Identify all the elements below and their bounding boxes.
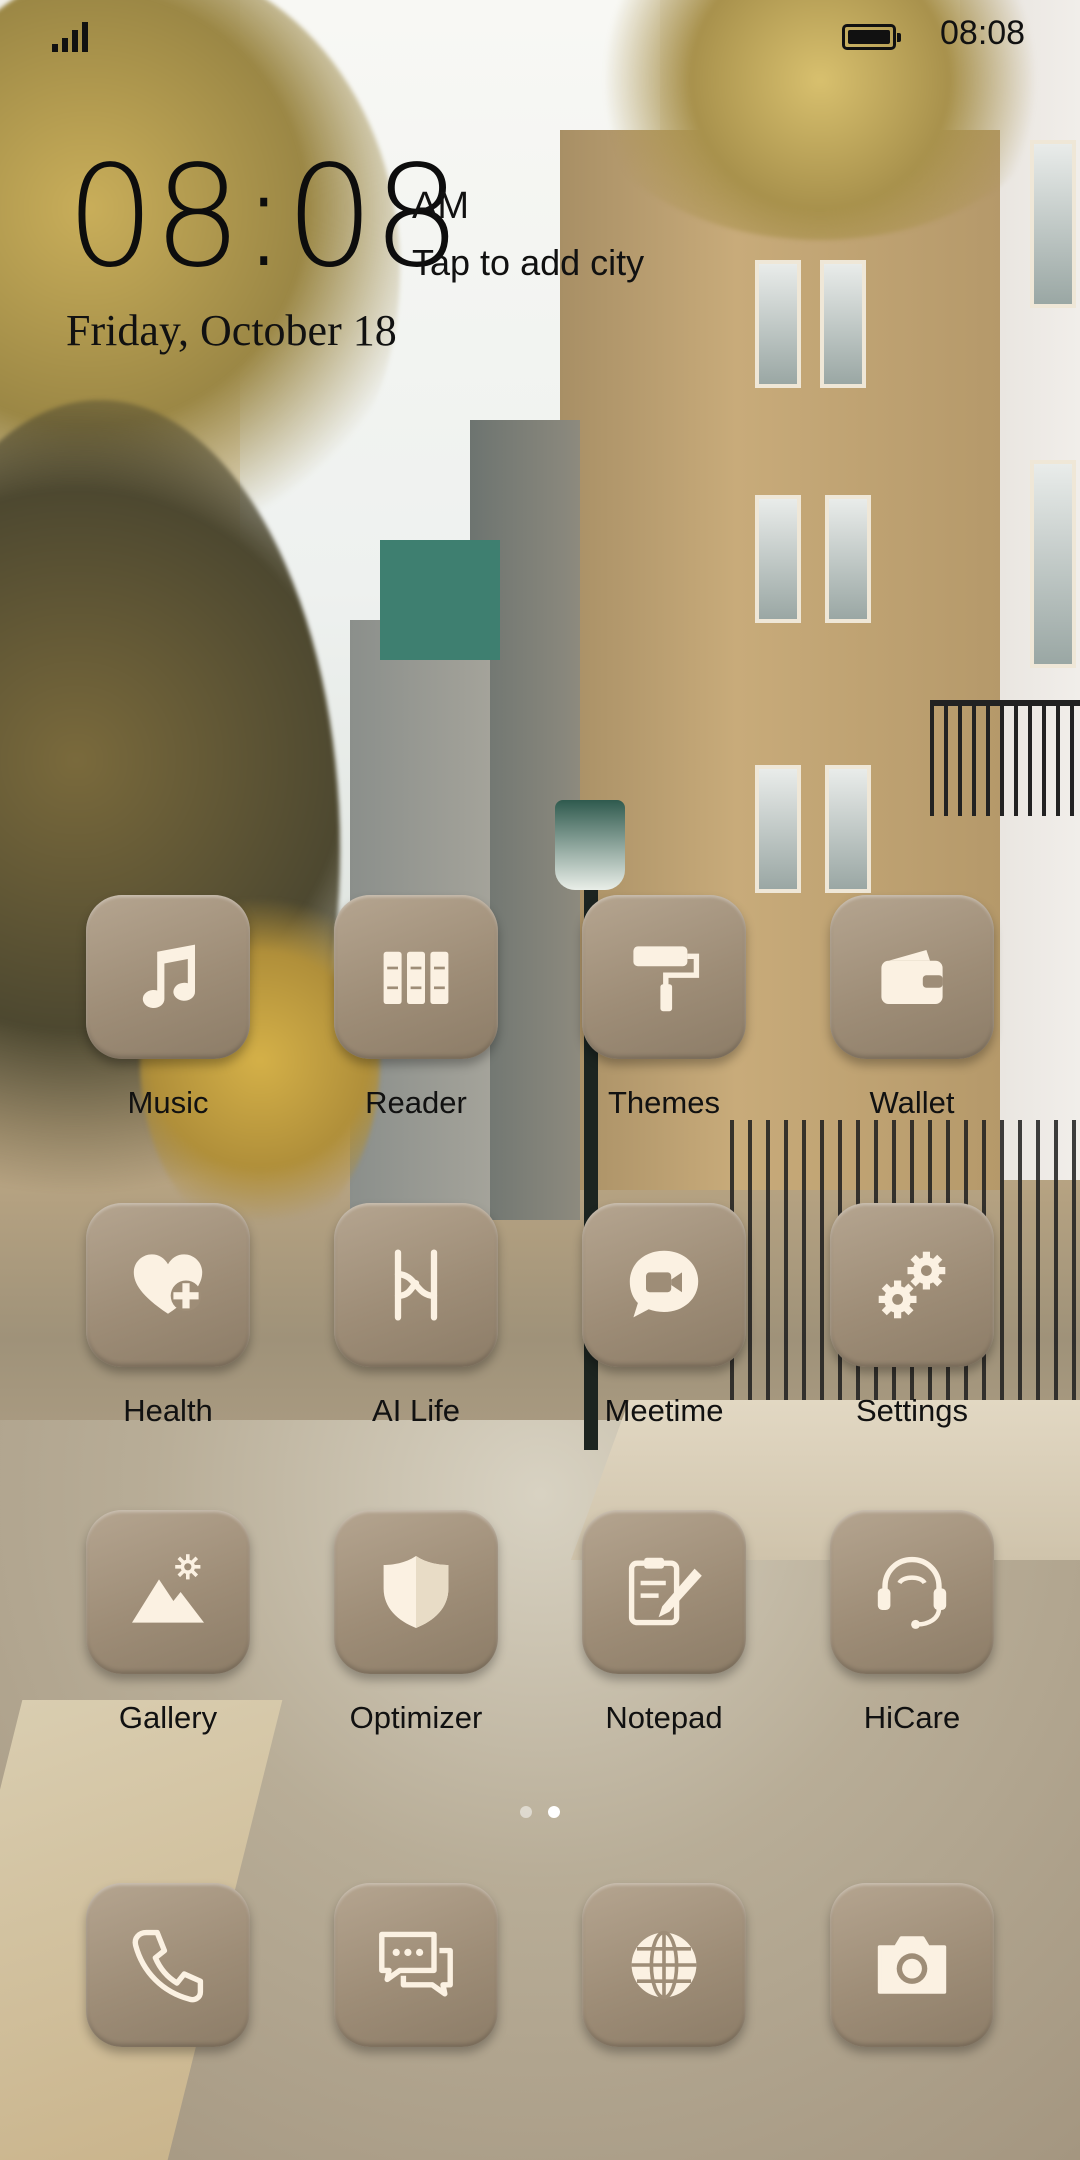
mountain-image-icon xyxy=(132,1554,204,1623)
browser-globe-icon xyxy=(631,1930,697,2000)
app-notepad[interactable]: Notepad xyxy=(582,1510,746,1735)
app-tile[interactable] xyxy=(86,1510,250,1674)
app-label: Meetime xyxy=(604,1393,724,1428)
page-dot[interactable] xyxy=(520,1806,532,1818)
books-icon xyxy=(383,951,449,1004)
clock-time[interactable]: 08:08 xyxy=(66,148,461,288)
app-tile[interactable] xyxy=(582,1203,746,1367)
app-tile[interactable] xyxy=(334,1883,498,2047)
app-tile[interactable] xyxy=(582,1883,746,2047)
messages-icon xyxy=(379,1931,453,1997)
dock-camera[interactable] xyxy=(830,1883,994,2047)
clock-date: Friday, October 18 xyxy=(66,306,397,355)
paint-roller-icon xyxy=(633,946,700,1012)
page-dot-active[interactable] xyxy=(548,1806,560,1818)
ai-life-icon xyxy=(394,1249,438,1321)
app-label: Wallet xyxy=(869,1085,955,1120)
app-label: Themes xyxy=(608,1085,720,1120)
app-tile[interactable] xyxy=(334,895,498,1059)
app-tile[interactable] xyxy=(86,1883,250,2047)
app-label: Optimizer xyxy=(349,1700,483,1735)
page-indicator xyxy=(0,1806,1080,1818)
cellular-signal-icon xyxy=(52,18,92,52)
wallet-icon xyxy=(881,950,943,1004)
dock-phone[interactable] xyxy=(86,1883,250,2047)
gears-icon xyxy=(878,1251,946,1319)
app-tile[interactable] xyxy=(830,895,994,1059)
app-hicare[interactable]: HiCare xyxy=(830,1510,994,1735)
clock-ampm: AM xyxy=(412,185,469,227)
clipboard-pencil-icon xyxy=(628,1557,702,1626)
app-tile[interactable] xyxy=(830,1883,994,2047)
app-tile[interactable] xyxy=(86,895,250,1059)
app-label: Notepad xyxy=(605,1700,723,1735)
app-tile[interactable] xyxy=(582,895,746,1059)
app-wallet[interactable]: Wallet xyxy=(830,895,994,1120)
app-tile[interactable] xyxy=(830,1203,994,1367)
app-tile[interactable] xyxy=(582,1510,746,1674)
app-reader[interactable]: Reader xyxy=(334,895,498,1120)
app-label: Health xyxy=(123,1393,213,1428)
app-settings[interactable]: Settings xyxy=(830,1203,994,1428)
app-tile[interactable] xyxy=(830,1510,994,1674)
app-label: HiCare xyxy=(863,1700,961,1735)
headset-icon xyxy=(877,1556,947,1629)
app-health[interactable]: Health xyxy=(86,1203,250,1428)
app-tile[interactable] xyxy=(334,1203,498,1367)
app-label: Settings xyxy=(855,1393,968,1428)
music-note-icon xyxy=(142,944,196,1008)
app-meetime[interactable]: Meetime xyxy=(582,1203,746,1428)
app-label: Gallery xyxy=(118,1700,218,1735)
phone-icon xyxy=(132,1929,204,2003)
app-ai-life[interactable]: AI Life xyxy=(334,1203,498,1428)
status-time: 08:08 xyxy=(940,14,1026,52)
app-themes[interactable]: Themes xyxy=(582,895,746,1120)
battery-icon xyxy=(842,24,901,50)
camera-icon xyxy=(877,1936,947,1994)
app-tile[interactable] xyxy=(334,1510,498,1674)
dock-browser[interactable] xyxy=(582,1883,746,2047)
app-label: AI Life xyxy=(372,1393,460,1428)
dock-messages[interactable] xyxy=(334,1883,498,2047)
status-bar: 08:08 xyxy=(0,0,1080,70)
app-optimizer[interactable]: Optimizer xyxy=(334,1510,498,1735)
app-label: Music xyxy=(127,1085,209,1120)
video-chat-icon xyxy=(629,1250,699,1318)
app-tile[interactable] xyxy=(86,1203,250,1367)
app-music[interactable]: Music xyxy=(86,895,250,1120)
app-gallery[interactable]: Gallery xyxy=(86,1510,250,1735)
shield-icon xyxy=(383,1556,449,1628)
app-label: Reader xyxy=(365,1085,467,1120)
heart-plus-icon xyxy=(133,1254,203,1314)
add-city-link[interactable]: Tap to add city xyxy=(412,242,644,284)
